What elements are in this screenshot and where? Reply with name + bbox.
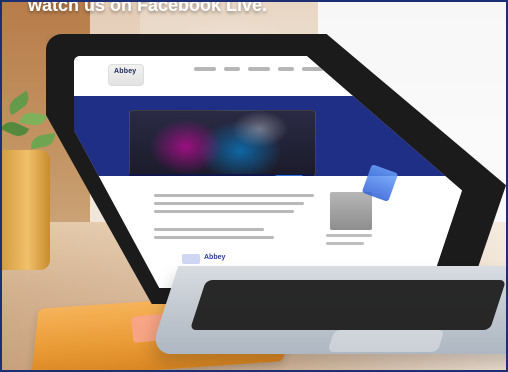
- plant-pot: [0, 150, 50, 270]
- caption-text: watch us on Facebook Live.: [28, 0, 268, 15]
- website-logo-text: Abbey: [114, 68, 137, 75]
- keyboard: [189, 280, 507, 330]
- secondary-logo-mark: [182, 254, 200, 264]
- paragraph-line: [154, 236, 274, 239]
- sidebar-text-line: [326, 234, 372, 237]
- paragraph-line: [154, 228, 264, 231]
- nav-item[interactable]: [278, 67, 294, 71]
- profile-photo: [330, 192, 372, 230]
- paragraph-line: [154, 202, 304, 205]
- paragraph-line: [154, 194, 314, 197]
- nav-item[interactable]: [194, 67, 216, 71]
- hero-image: [129, 110, 316, 176]
- secondary-logo-name: Abbey: [204, 254, 226, 261]
- nav-item[interactable]: [224, 67, 240, 71]
- website-header: Abbey: [74, 56, 462, 97]
- plant-leaf: [19, 110, 47, 128]
- secondary-logo: Abbey: [182, 252, 262, 266]
- sidebar-text-line: [326, 242, 364, 245]
- trackpad: [327, 330, 445, 352]
- paragraph-line: [154, 210, 294, 213]
- photo-scene: watch us on Facebook Live. Abbey Abbey: [0, 0, 508, 372]
- nav-item[interactable]: [248, 67, 270, 71]
- laptop: Abbey Abbey: [46, 34, 508, 354]
